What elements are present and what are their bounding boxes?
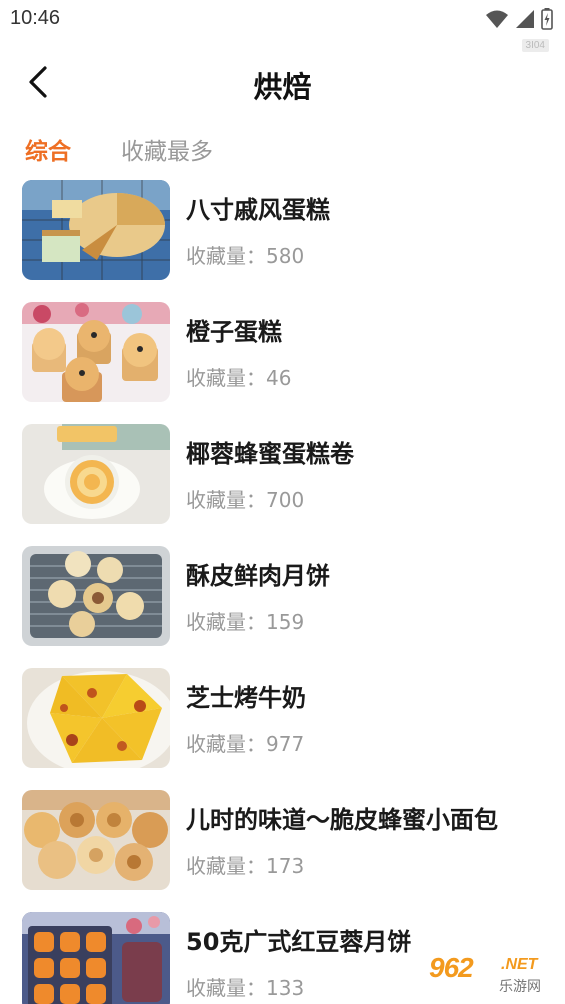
list-item[interactable]: 酥皮鲜肉月饼 收藏量：159 — [0, 546, 565, 646]
screen: 10:46 3I04 烘焙 综合 收藏最多 八寸戚风蛋糕 收藏量：580 橙子蛋… — [0, 0, 565, 1004]
recipe-thumbnail — [22, 912, 170, 1004]
tab-bar: 综合 收藏最多 — [25, 131, 213, 167]
tab-comprehensive[interactable]: 综合 — [25, 132, 71, 166]
recipe-favorites: 收藏量：700 — [186, 488, 305, 512]
list-item[interactable]: 芝士烤牛奶 收藏量：977 — [0, 668, 565, 768]
list-item[interactable]: 椰蓉蜂蜜蛋糕卷 收藏量：700 — [0, 424, 565, 524]
recipe-title: 芝士烤牛奶 — [186, 684, 306, 712]
list-item[interactable]: 儿时的味道～脆皮蜂蜜小面包 收藏量：173 — [0, 790, 565, 890]
status-time: 10:46 — [10, 7, 61, 29]
recipe-thumbnail — [22, 668, 170, 768]
recipe-thumbnail — [22, 424, 170, 524]
page-title: 烘焙 — [253, 70, 312, 104]
signal-icon — [516, 10, 534, 28]
recipe-favorites: 收藏量：46 — [186, 366, 292, 390]
recipe-title: 八寸戚风蛋糕 — [186, 196, 330, 224]
watermark-suffix: .NET — [501, 956, 538, 973]
recipe-favorites: 收藏量：580 — [186, 244, 305, 268]
site-watermark: 962 .NET 乐游网 — [427, 952, 559, 998]
recipe-title: 椰蓉蜂蜜蛋糕卷 — [186, 440, 354, 468]
recipe-thumbnail — [22, 546, 170, 646]
recipe-thumbnail — [22, 790, 170, 890]
wifi-icon — [486, 10, 508, 28]
recipe-favorites: 收藏量：133 — [186, 976, 305, 1000]
tab-most-favorited[interactable]: 收藏最多 — [121, 132, 213, 166]
recipe-thumbnail — [22, 180, 170, 280]
status-icons — [485, 8, 553, 30]
list-item[interactable]: 橙子蛋糕 收藏量：46 — [0, 302, 565, 402]
status-bar: 10:46 — [0, 0, 565, 40]
header: 烘焙 — [0, 56, 565, 110]
recipe-favorites: 收藏量：159 — [186, 610, 305, 634]
recipe-thumbnail — [22, 302, 170, 402]
recipe-title: 儿时的味道～脆皮蜂蜜小面包 — [186, 806, 498, 834]
battery-icon — [541, 8, 553, 30]
recipe-list: 八寸戚风蛋糕 收藏量：580 橙子蛋糕 收藏量：46 椰蓉蜂蜜蛋糕卷 收藏量：7… — [0, 180, 565, 1004]
recipe-title: 50克广式红豆蓉月饼 — [186, 928, 412, 956]
recipe-favorites: 收藏量：977 — [186, 732, 305, 756]
recipe-favorites: 收藏量：173 — [186, 854, 305, 878]
list-item[interactable]: 八寸戚风蛋糕 收藏量：580 — [0, 180, 565, 280]
recipe-title: 酥皮鲜肉月饼 — [186, 562, 330, 590]
watermark-site: 乐游网 — [499, 979, 541, 995]
recipe-title: 橙子蛋糕 — [186, 318, 282, 346]
status-indicator-tag: 3I04 — [521, 39, 549, 52]
watermark-logo: 962 — [429, 952, 474, 983]
